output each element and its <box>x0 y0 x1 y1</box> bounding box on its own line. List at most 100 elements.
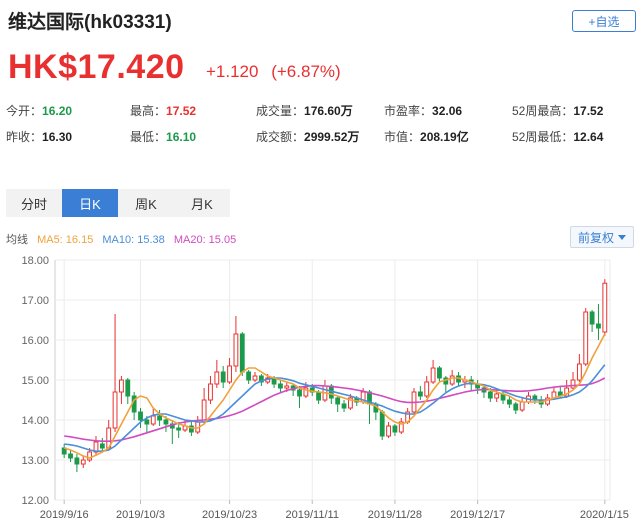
candle-body <box>316 391 322 401</box>
candle-body <box>125 379 131 397</box>
candle-body <box>99 443 105 449</box>
stat-value: 16.30 <box>42 130 73 144</box>
kline-chart[interactable]: 18.00 17.00 16.00 15.00 14.00 13.00 12.00 2019/… <box>0 250 644 525</box>
x-tick-label: 2019/11/28 <box>368 509 422 521</box>
x-tick-label: 2019/11/11 <box>286 509 339 521</box>
x-tick-label: 2019/10/3 <box>116 509 165 521</box>
candle-body <box>341 403 347 409</box>
ma5-value: MA5: 16.15 <box>37 234 94 246</box>
candle-body <box>214 371 220 385</box>
candle-body <box>519 401 525 411</box>
candle-body <box>80 459 86 465</box>
candle-body <box>112 391 118 429</box>
ma5-line <box>63 333 606 459</box>
candle-body <box>119 379 124 393</box>
ma10-value: MA10: 15.38 <box>102 234 165 246</box>
stat-label: 市盈率： <box>384 104 433 118</box>
candle-body <box>513 403 519 411</box>
candle-body <box>417 391 423 397</box>
stat-52w-high: 52周最高：17.52 <box>512 102 603 119</box>
candle-body <box>233 333 239 367</box>
candle-body <box>596 323 601 329</box>
stat-value: 176.60万 <box>304 104 353 118</box>
period-tabs: 分时 日K 周K 月K <box>6 189 230 217</box>
candle-body <box>494 393 500 399</box>
y-tick-label: 13.00 <box>21 455 49 467</box>
adjust-label: 前复权 <box>577 230 614 245</box>
x-tick-label: 2019/12/17 <box>450 509 505 521</box>
change-amount: +1.120 <box>206 62 259 81</box>
stat-label: 最高： <box>130 104 167 118</box>
candle-body <box>335 397 341 405</box>
candle-body <box>424 381 430 397</box>
candle-body <box>68 453 73 459</box>
candle-body <box>430 367 436 383</box>
ma-label: 均线 <box>6 234 28 246</box>
candle-body <box>392 425 398 433</box>
candle-body <box>570 379 576 389</box>
chevron-down-icon <box>618 234 626 240</box>
tab-weekly-k[interactable]: 周K <box>118 189 174 217</box>
stat-low: 最低：16.10 <box>130 128 196 145</box>
ma20-value: MA20: 15.05 <box>173 234 237 246</box>
candle-body <box>227 365 232 383</box>
stat-high: 最高：17.52 <box>130 102 196 119</box>
ma-legend: 均线 MA5: 16.15 MA10: 15.38 MA20: 15.05 <box>6 231 242 247</box>
stat-label: 成交额： <box>256 130 305 144</box>
tab-daily-k[interactable]: 日K <box>62 189 118 217</box>
x-tick-label: 2020/1/15 <box>580 509 629 521</box>
tab-intraday[interactable]: 分时 <box>6 189 62 217</box>
candle-body <box>176 427 182 431</box>
y-tick-label: 12.00 <box>21 495 49 507</box>
stat-value: 17.52 <box>166 104 197 118</box>
stat-pe: 市盈率：32.06 <box>384 102 462 119</box>
stat-prev-close: 昨收：16.30 <box>6 128 72 145</box>
candle-body <box>220 371 226 383</box>
y-tick-label: 14.00 <box>21 415 49 427</box>
change-percent: (+6.87%) <box>271 62 341 81</box>
stat-value: 208.19亿 <box>420 130 469 144</box>
stat-value: 12.64 <box>573 130 604 144</box>
candle-body <box>208 383 213 401</box>
candle-body <box>602 282 608 333</box>
candle-body <box>239 333 245 373</box>
stat-amount: 成交额：2999.52万 <box>256 128 359 145</box>
stat-value: 16.20 <box>42 104 73 118</box>
candle-body <box>284 385 290 389</box>
tab-monthly-k[interactable]: 月K <box>174 189 230 217</box>
candle-body <box>589 311 595 325</box>
y-tick-label: 16.00 <box>21 335 49 347</box>
x-tick-label: 2019/10/23 <box>202 509 257 521</box>
adjust-dropdown[interactable]: 前复权 <box>570 226 634 248</box>
candle-body <box>583 311 589 365</box>
stat-value: 32.06 <box>432 104 463 118</box>
stat-label: 52周最高： <box>512 104 574 118</box>
x-tick-label: 2019/9/16 <box>40 509 89 521</box>
stock-title: 维达国际(hk03331) <box>8 12 172 33</box>
candle-body <box>252 375 258 381</box>
candle-body <box>138 411 143 421</box>
y-tick-label: 15.00 <box>21 375 49 387</box>
y-tick-label: 17.00 <box>21 295 49 307</box>
stat-label: 市值： <box>384 130 421 144</box>
candle-body <box>150 415 156 425</box>
stat-52w-low: 52周最低：12.64 <box>512 128 603 145</box>
candle-body <box>297 389 302 397</box>
add-watchlist-button[interactable]: +自选 <box>572 10 636 32</box>
candle-body <box>386 425 391 437</box>
candle-body <box>487 391 493 399</box>
candle-body <box>246 371 252 381</box>
stat-label: 52周最低： <box>512 130 574 144</box>
price-change: +1.120 (+6.87%) <box>206 62 349 82</box>
candle-body <box>74 457 80 465</box>
candle-body <box>163 419 169 425</box>
stat-label: 今开： <box>6 104 43 118</box>
stat-label: 成交量： <box>256 104 305 118</box>
stat-value: 2999.52万 <box>304 130 360 144</box>
candle-body <box>157 415 162 421</box>
stat-open: 今开：16.20 <box>6 102 72 119</box>
current-price: HK$17.420 <box>8 48 185 86</box>
stat-value: 17.52 <box>573 104 604 118</box>
stat-market-cap: 市值：208.19亿 <box>384 128 469 145</box>
stat-label: 最低： <box>130 130 167 144</box>
